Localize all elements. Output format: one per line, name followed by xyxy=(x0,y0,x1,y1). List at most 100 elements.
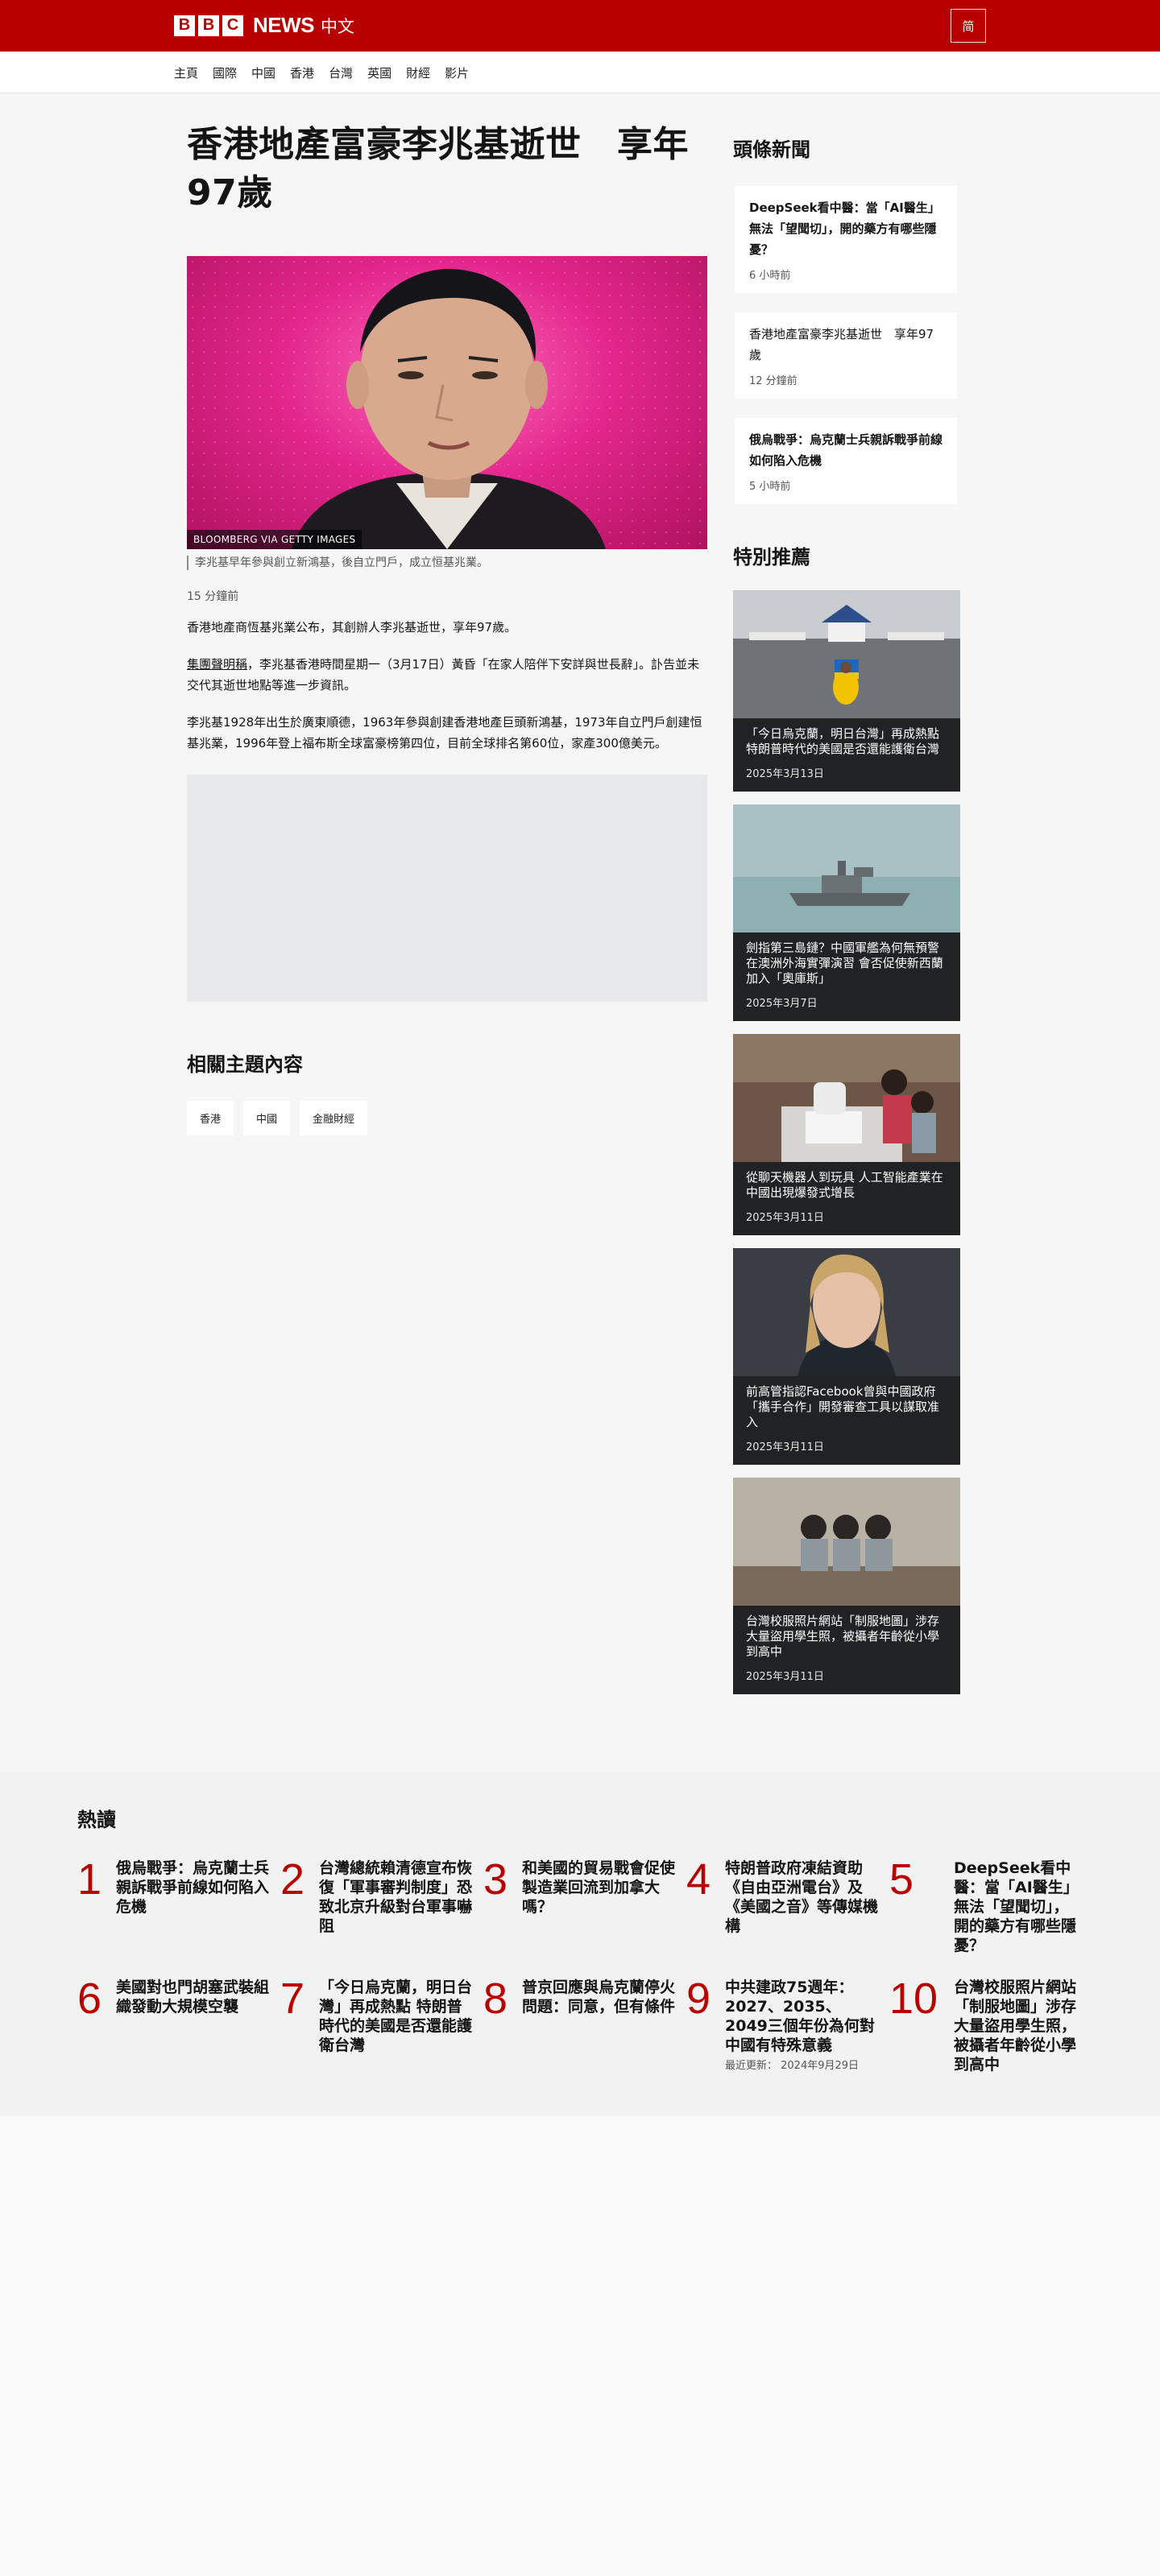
most-read-rank: 2 xyxy=(280,1855,305,1904)
nav-item-video[interactable]: 影片 xyxy=(445,64,469,81)
related-topics-title: 相關主題內容 xyxy=(187,1053,303,1076)
article-headline: 香港地產富豪李兆基逝世 享年97歲 xyxy=(187,124,689,213)
article-paragraph-1: 香港地產商恆基兆業公布，其創辦人李兆基逝世，享年97歲。 xyxy=(187,620,517,635)
most-read-rank: 10 xyxy=(889,1974,938,2023)
top-story-card[interactable]: 香港地產富豪李兆基逝世 享年97歲 12 分鐘前 xyxy=(735,312,957,399)
most-read-headline: 普京回應與烏克蘭停火問題：同意，但有條件 xyxy=(522,1979,676,2016)
most-read-item[interactable]: 8 普京回應與烏克蘭停火問題：同意，但有條件 xyxy=(483,1974,677,2023)
featured-card-title: 台灣校服照片網站「制服地圖」涉存大量盜用學生照，被攝者年齡從小學到高中 xyxy=(746,1614,940,1659)
statement-link[interactable]: 集團聲明稱 xyxy=(187,657,247,672)
most-read-headline: 中共建政75週年：2027、2035、2049三個年份為何對中國有特殊意義 xyxy=(725,1979,875,2054)
sidebar: 頭條新聞 DeepSeek看中醫：當「AI醫生」無法「望聞切」，開的藥方有哪些隱… xyxy=(733,134,960,1694)
featured-image xyxy=(733,1478,960,1606)
featured-card[interactable]: 從聊天機器人到玩具 人工智能產業在中國出現爆發式增長 2025年3月11日 xyxy=(733,1034,960,1235)
featured-card-date: 2025年3月7日 xyxy=(746,998,818,1010)
most-read-item[interactable]: 10 台灣校服照片網站「制服地圖」涉存大量盜用學生照，被攝者年齡從小學到高中 xyxy=(889,1974,1083,2074)
most-read-headline: 特朗普政府凍結資助《自由亞洲電台》及《美國之音》等傳媒機構 xyxy=(725,1859,879,1935)
most-read-headline: 俄烏戰爭：烏克蘭士兵親訴戰爭前線如何陷入危機 xyxy=(116,1859,270,1916)
featured-card-date: 2025年3月11日 xyxy=(746,1671,824,1683)
logo-letter-b2: B xyxy=(198,14,219,36)
most-read-title: 熱讀 xyxy=(77,1809,116,1831)
most-read-updated: 最近更新： 2024年9月29日 xyxy=(725,2060,860,2072)
top-story-title: 香港地產富豪李兆基逝世 享年97歲 xyxy=(749,327,934,362)
article-paragraph-2: 集團聲明稱，李兆基香港時間星期一（3月17日）黃昏「在家人陪伴下安詳與世長辭」。… xyxy=(187,654,707,696)
most-read-item[interactable]: 9 中共建政75週年：2027、2035、2049三個年份為何對中國有特殊意義 … xyxy=(686,1974,880,2073)
portrait-illustration xyxy=(292,268,606,549)
featured-card-title: 從聊天機器人到玩具 人工智能產業在中國出現爆發式增長 xyxy=(746,1170,943,1200)
most-read-rank: 4 xyxy=(686,1855,711,1904)
most-read-rank: 9 xyxy=(686,1974,711,2023)
top-story-time: 5 小時前 xyxy=(749,481,791,493)
featured-card-date: 2025年3月13日 xyxy=(746,768,824,780)
most-read-headline: 台灣校服照片網站「制服地圖」涉存大量盜用學生照，被攝者年齡從小學到高中 xyxy=(954,1979,1077,2074)
nav-item-hongkong[interactable]: 香港 xyxy=(290,64,314,81)
most-read-item[interactable]: 6 美國對也門胡塞武裝組織發動大規模空襲 xyxy=(77,1974,271,2023)
brand-language: 中文 xyxy=(321,16,354,36)
article-timestamp: 15 分鐘前 xyxy=(187,590,239,603)
most-read-item[interactable]: 1 俄烏戰爭：烏克蘭士兵親訴戰爭前線如何陷入危機 xyxy=(77,1855,271,1916)
featured-card[interactable]: 「今日烏克蘭，明日台灣」再成熱點 特朗普時代的美國是否還能護衛台灣 2025年3… xyxy=(733,590,960,792)
top-story-card[interactable]: 俄烏戰爭：烏克蘭士兵親訴戰爭前線如何陷入危機 5 小時前 xyxy=(735,418,957,504)
article: 香港地產富豪李兆基逝世 享年97歲 BLOOMBERG VIA GETTY IM… xyxy=(187,121,707,1135)
most-read-headline: DeepSeek看中醫：當「AI醫生」無法「望聞切」，開的藥方有哪些隱憂？ xyxy=(954,1859,1079,1954)
featured-card-title: 前高管指認Facebook曾與中國政府「攜手合作」開發審查工具以謀取准入 xyxy=(746,1384,940,1429)
top-story-title: 俄烏戰爭：烏克蘭士兵親訴戰爭前線如何陷入危機 xyxy=(749,432,943,468)
featured-image xyxy=(733,590,960,718)
featured-card[interactable]: 劍指第三島鏈？中國軍艦為何無預警在澳洲外海實彈演習 會否促使新西蘭加入「奧庫斯」… xyxy=(733,804,960,1021)
featured-card[interactable]: 台灣校服照片網站「制服地圖」涉存大量盜用學生照，被攝者年齡從小學到高中 2025… xyxy=(733,1478,960,1694)
featured-image xyxy=(733,1034,960,1162)
top-story-card[interactable]: DeepSeek看中醫：當「AI醫生」無法「望聞切」，開的藥方有哪些隱憂？ 6 … xyxy=(735,186,957,293)
brand-news: NEWS xyxy=(253,13,315,37)
most-read-rank: 5 xyxy=(889,1855,914,1904)
most-read-item[interactable]: 2 台灣總統賴清德宣布恢復「軍事審判制度」恐致北京升級對台軍事嚇阻 xyxy=(280,1855,474,1936)
most-read-headline: 台灣總統賴清德宣布恢復「軍事審判制度」恐致北京升級對台軍事嚇阻 xyxy=(319,1859,473,1935)
most-read-item[interactable]: 5 DeepSeek看中醫：當「AI醫生」無法「望聞切」，開的藥方有哪些隱憂？ xyxy=(889,1855,1083,1955)
main-nav: 主頁 國際 中國 香港 台灣 英國 財經 影片 xyxy=(174,52,483,93)
most-read-rank: 7 xyxy=(280,1974,305,2023)
most-read-rank: 3 xyxy=(483,1855,508,1904)
most-read-headline: 美國對也門胡塞武裝組織發動大規模空襲 xyxy=(116,1979,270,2016)
tag-finance[interactable]: 金融財經 xyxy=(300,1101,368,1135)
top-stories-title: 頭條新聞 xyxy=(733,139,810,161)
related-topics-tags: 香港 中國 金融財經 xyxy=(187,1101,707,1135)
hero-image: BLOOMBERG VIA GETTY IMAGES xyxy=(187,256,707,549)
bbc-news-logo[interactable]: B B C NEWS 中文 xyxy=(174,13,354,38)
most-read-headline: 和美國的貿易戰會促使製造業回流到加拿大嗎？ xyxy=(522,1859,676,1916)
image-caption: 李兆基早年參與創立新鴻基，後自立門戶，成立恒基兆業。 xyxy=(187,556,707,570)
top-story-title: DeepSeek看中醫：當「AI醫生」無法「望聞切」，開的藥方有哪些隱憂？ xyxy=(749,201,940,257)
featured-title: 特別推薦 xyxy=(733,546,810,569)
featured-image xyxy=(733,804,960,932)
advertisement-placeholder xyxy=(187,775,707,1002)
most-read-rank: 1 xyxy=(77,1855,102,1904)
most-read-rank: 8 xyxy=(483,1974,508,2023)
featured-image xyxy=(733,1248,960,1376)
featured-card-title: 劍指第三島鏈？中國軍艦為何無預警在澳洲外海實彈演習 會否促使新西蘭加入「奧庫斯」 xyxy=(746,941,943,986)
site-header: B B C NEWS 中文 简 xyxy=(0,0,1160,52)
tag-china[interactable]: 中國 xyxy=(243,1101,291,1135)
nav-item-business[interactable]: 財經 xyxy=(406,64,430,81)
nav-item-taiwan[interactable]: 台灣 xyxy=(329,64,353,81)
logo-letter-c: C xyxy=(222,14,243,36)
nav-item-uk[interactable]: 英國 xyxy=(367,64,392,81)
footer-area xyxy=(0,2116,1160,2576)
tag-hongkong[interactable]: 香港 xyxy=(187,1101,234,1135)
most-read-item[interactable]: 4 特朗普政府凍結資助《自由亞洲電台》及《美國之音》等傳媒機構 xyxy=(686,1855,880,1936)
most-read-headline: 「今日烏克蘭，明日台灣」再成熱點 特朗普時代的美國是否還能護衛台灣 xyxy=(319,1979,473,2054)
featured-card-date: 2025年3月11日 xyxy=(746,1212,824,1224)
nav-item-china[interactable]: 中國 xyxy=(251,64,276,81)
article-paragraph-2-text: ，李兆基香港時間星期一（3月17日）黃昏「在家人陪伴下安詳與世長辭」。訃告並未交… xyxy=(187,657,700,693)
nav-item-international[interactable]: 國際 xyxy=(213,64,237,81)
top-story-time: 12 分鐘前 xyxy=(749,375,798,387)
featured-card[interactable]: 前高管指認Facebook曾與中國政府「攜手合作」開發審查工具以謀取准入 202… xyxy=(733,1248,960,1465)
simplified-chinese-toggle[interactable]: 简 xyxy=(951,9,986,43)
image-credit: BLOOMBERG VIA GETTY IMAGES xyxy=(187,530,362,549)
most-read-item[interactable]: 3 和美國的貿易戰會促使製造業回流到加拿大嗎？ xyxy=(483,1855,677,1916)
nav-item-home[interactable]: 主頁 xyxy=(174,64,198,81)
top-story-time: 6 小時前 xyxy=(749,270,791,282)
most-read-item[interactable]: 7 「今日烏克蘭，明日台灣」再成熱點 特朗普時代的美國是否還能護衛台灣 xyxy=(280,1974,474,2055)
most-read-section: 熱讀 1 俄烏戰爭：烏克蘭士兵親訴戰爭前線如何陷入危機 2 台灣總統賴清德宣布恢… xyxy=(0,1772,1160,2116)
featured-card-title: 「今日烏克蘭，明日台灣」再成熱點 特朗普時代的美國是否還能護衛台灣 xyxy=(746,726,940,756)
article-paragraph-3: 李兆基1928年出生於廣東順德，1963年參與創建香港地產巨頭新鴻基，1973年… xyxy=(187,715,702,750)
most-read-rank: 6 xyxy=(77,1974,102,2023)
featured-card-date: 2025年3月11日 xyxy=(746,1441,824,1453)
